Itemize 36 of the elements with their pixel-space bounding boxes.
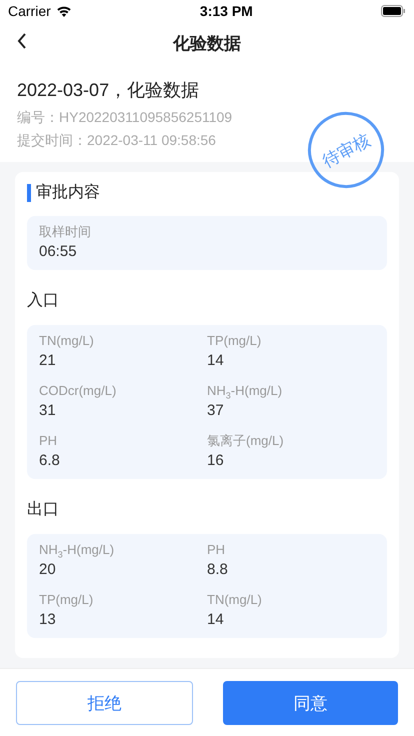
battery-icon — [380, 5, 406, 17]
record-number: 编号：HY20220311095856251109 — [17, 109, 232, 127]
field-value: 13 — [39, 611, 57, 628]
wifi-icon — [56, 5, 72, 17]
field-value: 21 — [39, 352, 57, 369]
field-value: 37 — [207, 402, 225, 419]
field-label: NH$_{3}$-H(mg/L) — [39, 542, 116, 558]
reject-button[interactable]: 拒绝 — [16, 681, 193, 725]
field-label: NH$_{3}$-H(mg/L) — [207, 383, 284, 399]
field-value: 14 — [207, 352, 225, 369]
field-label: CODcr(mg/L) — [39, 383, 118, 399]
back-button[interactable] — [16, 32, 28, 50]
section-title: 入口 — [27, 290, 60, 311]
section-title: 出口 — [27, 500, 60, 520]
field-value: 06:55 — [39, 243, 78, 260]
field-label: TP(mg/L) — [39, 592, 94, 608]
approve-button[interactable]: 同意 — [223, 681, 398, 725]
field-label: PH — [207, 542, 226, 558]
section-heading: 审批内容 — [27, 184, 387, 202]
field-value: 14 — [207, 611, 225, 628]
field-label: 氯离子(mg/L) — [207, 433, 285, 449]
field-value: 6.8 — [39, 452, 61, 469]
status-time: 3:13 PM — [200, 3, 253, 19]
field-label: TN(mg/L) — [207, 592, 263, 608]
field-value: 20 — [39, 561, 57, 578]
record-title: 2022-03-07，化验数据 — [17, 79, 200, 102]
submit-time: 提交时间：2022-03-11 09:58:56 — [17, 132, 216, 150]
field-value: 31 — [39, 402, 57, 419]
field-label: 取样时间 — [39, 224, 92, 240]
carrier-label: Carrier — [8, 3, 51, 19]
field-label: TN(mg/L) — [39, 333, 95, 349]
field-label: PH — [39, 433, 58, 449]
field-label: TP(mg/L) — [207, 333, 262, 349]
field-value: 8.8 — [207, 561, 229, 578]
field-value: 16 — [207, 452, 225, 469]
page-title: 化验数据 — [173, 32, 241, 54]
